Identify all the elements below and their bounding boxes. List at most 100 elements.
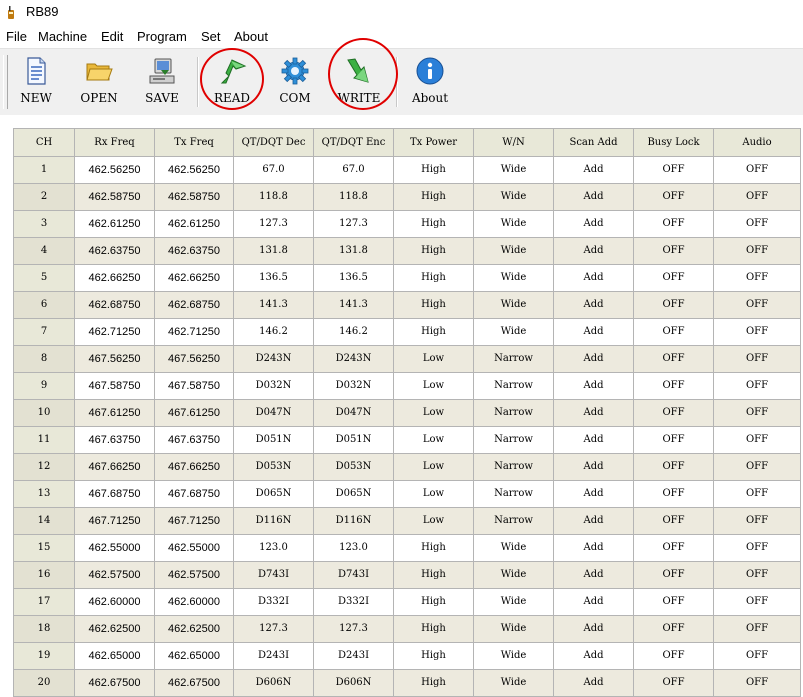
cell-busy-lock[interactable]: OFF bbox=[633, 399, 714, 427]
cell-ch[interactable]: 12 bbox=[13, 453, 75, 481]
column-header-tx-power[interactable]: Tx Power bbox=[393, 128, 474, 157]
cell-qt-enc[interactable]: D051N bbox=[313, 426, 394, 454]
cell-ch[interactable]: 20 bbox=[13, 669, 75, 697]
cell-qt-dec[interactable]: 141.3 bbox=[233, 291, 314, 319]
cell-audio[interactable]: OFF bbox=[713, 264, 801, 292]
table-row[interactable]: 18 462.62500 462.62500 127.3 127.3 High Wide Ad… bbox=[13, 615, 801, 643]
cell-busy-lock[interactable]: OFF bbox=[633, 588, 714, 616]
cell-scan-add[interactable]: Add bbox=[553, 453, 634, 481]
cell-qt-dec[interactable]: D116N bbox=[233, 507, 314, 535]
cell-tx-freq[interactable]: 462.57500 bbox=[154, 561, 234, 589]
cell-busy-lock[interactable]: OFF bbox=[633, 156, 714, 184]
cell-audio[interactable]: OFF bbox=[713, 426, 801, 454]
cell-busy-lock[interactable]: OFF bbox=[633, 210, 714, 238]
cell-busy-lock[interactable]: OFF bbox=[633, 237, 714, 265]
cell-tx-freq[interactable]: 467.56250 bbox=[154, 345, 234, 373]
cell-wn[interactable]: Narrow bbox=[473, 399, 554, 427]
cell-rx-freq[interactable]: 462.58750 bbox=[74, 183, 155, 211]
cell-qt-enc[interactable]: D606N bbox=[313, 669, 394, 697]
menu-edit[interactable]: Edit bbox=[101, 29, 123, 45]
cell-scan-add[interactable]: Add bbox=[553, 507, 634, 535]
cell-audio[interactable]: OFF bbox=[713, 237, 801, 265]
cell-rx-freq[interactable]: 467.58750 bbox=[74, 372, 155, 400]
cell-audio[interactable]: OFF bbox=[713, 156, 801, 184]
cell-tx-power[interactable]: High bbox=[393, 588, 474, 616]
cell-qt-enc[interactable]: 118.8 bbox=[313, 183, 394, 211]
cell-rx-freq[interactable]: 462.55000 bbox=[74, 534, 155, 562]
cell-ch[interactable]: 15 bbox=[13, 534, 75, 562]
cell-ch[interactable]: 8 bbox=[13, 345, 75, 373]
cell-busy-lock[interactable]: OFF bbox=[633, 183, 714, 211]
table-row[interactable]: 19 462.65000 462.65000 D243I D243I High Wide Ad… bbox=[13, 642, 801, 670]
cell-tx-power[interactable]: Low bbox=[393, 345, 474, 373]
column-header-qt-enc[interactable]: QT/DQT Enc bbox=[313, 128, 394, 157]
cell-tx-freq[interactable]: 462.60000 bbox=[154, 588, 234, 616]
cell-wn[interactable]: Narrow bbox=[473, 480, 554, 508]
cell-qt-enc[interactable]: D743I bbox=[313, 561, 394, 589]
cell-audio[interactable]: OFF bbox=[713, 588, 801, 616]
cell-scan-add[interactable]: Add bbox=[553, 588, 634, 616]
cell-scan-add[interactable]: Add bbox=[553, 210, 634, 238]
cell-scan-add[interactable]: Add bbox=[553, 372, 634, 400]
cell-scan-add[interactable]: Add bbox=[553, 480, 634, 508]
cell-qt-dec[interactable]: 118.8 bbox=[233, 183, 314, 211]
cell-wn[interactable]: Wide bbox=[473, 210, 554, 238]
cell-tx-power[interactable]: High bbox=[393, 237, 474, 265]
cell-tx-power[interactable]: Low bbox=[393, 480, 474, 508]
cell-rx-freq[interactable]: 462.61250 bbox=[74, 210, 155, 238]
about-button[interactable]: About bbox=[402, 53, 458, 111]
cell-tx-power[interactable]: Low bbox=[393, 426, 474, 454]
cell-qt-dec[interactable]: D743I bbox=[233, 561, 314, 589]
cell-rx-freq[interactable]: 467.68750 bbox=[74, 480, 155, 508]
cell-audio[interactable]: OFF bbox=[713, 561, 801, 589]
cell-qt-dec[interactable]: 67.0 bbox=[233, 156, 314, 184]
cell-rx-freq[interactable]: 462.57500 bbox=[74, 561, 155, 589]
save-button[interactable]: SAVE bbox=[134, 53, 190, 111]
table-row[interactable]: 13 467.68750 467.68750 D065N D065N Low Narrow A… bbox=[13, 480, 801, 508]
table-row[interactable]: 17 462.60000 462.60000 D332I D332I High Wide Ad… bbox=[13, 588, 801, 616]
cell-qt-enc[interactable]: D116N bbox=[313, 507, 394, 535]
cell-ch[interactable]: 9 bbox=[13, 372, 75, 400]
table-row[interactable]: 2 462.58750 462.58750 118.8 118.8 High Wide Add… bbox=[13, 183, 801, 211]
cell-ch[interactable]: 4 bbox=[13, 237, 75, 265]
cell-busy-lock[interactable]: OFF bbox=[633, 426, 714, 454]
cell-busy-lock[interactable]: OFF bbox=[633, 615, 714, 643]
cell-wn[interactable]: Narrow bbox=[473, 426, 554, 454]
table-row[interactable]: 7 462.71250 462.71250 146.2 146.2 High Wide Add… bbox=[13, 318, 801, 346]
menu-set[interactable]: Set bbox=[201, 29, 221, 45]
cell-scan-add[interactable]: Add bbox=[553, 345, 634, 373]
com-button[interactable]: COM bbox=[267, 53, 323, 111]
cell-tx-power[interactable]: High bbox=[393, 318, 474, 346]
cell-tx-freq[interactable]: 467.58750 bbox=[154, 372, 234, 400]
cell-tx-power[interactable]: Low bbox=[393, 507, 474, 535]
cell-rx-freq[interactable]: 462.68750 bbox=[74, 291, 155, 319]
cell-ch[interactable]: 11 bbox=[13, 426, 75, 454]
cell-qt-enc[interactable]: 141.3 bbox=[313, 291, 394, 319]
table-row[interactable]: 10 467.61250 467.61250 D047N D047N Low Narrow A… bbox=[13, 399, 801, 427]
cell-tx-power[interactable]: High bbox=[393, 210, 474, 238]
cell-ch[interactable]: 6 bbox=[13, 291, 75, 319]
column-header-audio[interactable]: Audio bbox=[713, 128, 801, 157]
cell-tx-power[interactable]: High bbox=[393, 615, 474, 643]
write-button[interactable]: WRITE bbox=[331, 53, 387, 111]
cell-ch[interactable]: 16 bbox=[13, 561, 75, 589]
cell-ch[interactable]: 2 bbox=[13, 183, 75, 211]
cell-qt-enc[interactable]: 123.0 bbox=[313, 534, 394, 562]
cell-qt-dec[interactable]: 123.0 bbox=[233, 534, 314, 562]
cell-qt-dec[interactable]: D065N bbox=[233, 480, 314, 508]
cell-qt-enc[interactable]: D243I bbox=[313, 642, 394, 670]
cell-scan-add[interactable]: Add bbox=[553, 642, 634, 670]
cell-tx-power[interactable]: Low bbox=[393, 399, 474, 427]
cell-wn[interactable]: Wide bbox=[473, 237, 554, 265]
cell-audio[interactable]: OFF bbox=[713, 480, 801, 508]
cell-audio[interactable]: OFF bbox=[713, 291, 801, 319]
cell-wn[interactable]: Wide bbox=[473, 183, 554, 211]
cell-audio[interactable]: OFF bbox=[713, 669, 801, 697]
cell-audio[interactable]: OFF bbox=[713, 453, 801, 481]
column-header-tx-freq[interactable]: Tx Freq bbox=[154, 128, 234, 157]
cell-ch[interactable]: 10 bbox=[13, 399, 75, 427]
cell-wn[interactable]: Wide bbox=[473, 534, 554, 562]
cell-qt-dec[interactable]: 127.3 bbox=[233, 615, 314, 643]
cell-scan-add[interactable]: Add bbox=[553, 399, 634, 427]
cell-busy-lock[interactable]: OFF bbox=[633, 507, 714, 535]
